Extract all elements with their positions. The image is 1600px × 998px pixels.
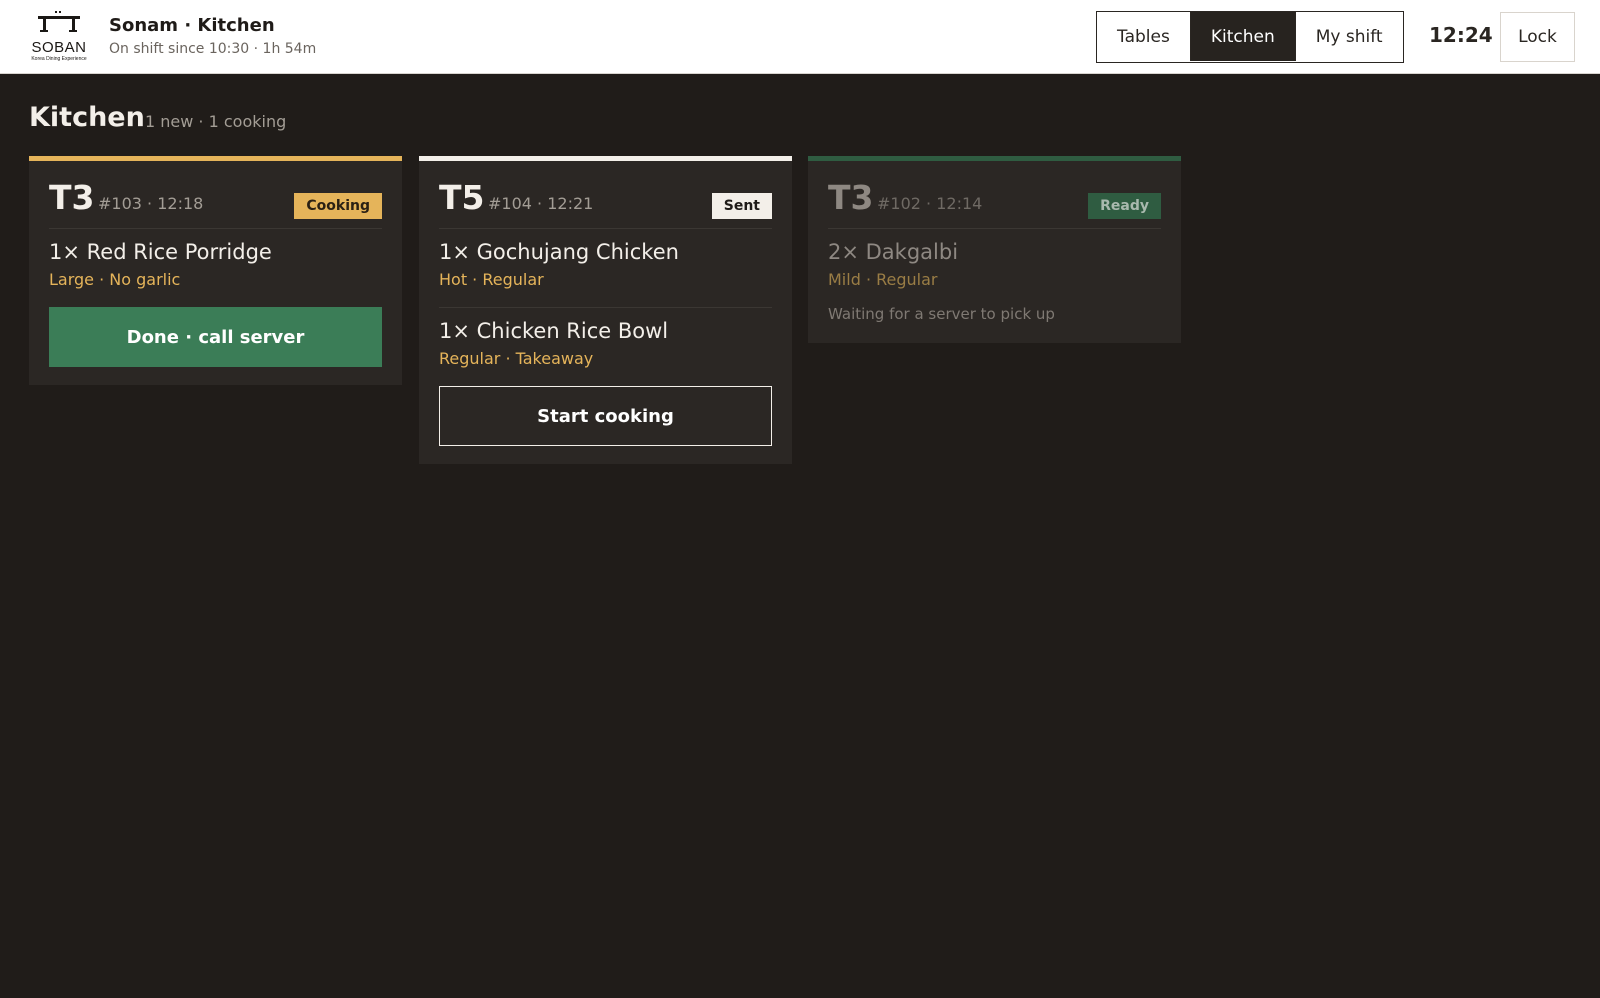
item-name: 1× Chicken Rice Bowl bbox=[439, 319, 669, 343]
ticket-card-sent: T5 #104 · 12:21 Sent 1× Gochujang Chicke… bbox=[419, 156, 792, 464]
ticket-meta: #104 · 12:21 bbox=[488, 194, 594, 213]
lock-button[interactable]: Lock bbox=[1500, 12, 1575, 62]
ticket-card-ready: T3 #102 · 12:14 Ready 2× Dakgalbi Mild ·… bbox=[808, 156, 1181, 343]
item-modifiers: Hot · Regular bbox=[439, 270, 544, 289]
logo-wordmark: SOBAN bbox=[31, 39, 87, 56]
logo-tagline: Korea Dining Experience bbox=[31, 56, 87, 62]
ticket-header: T3 #102 · 12:14 Ready bbox=[828, 156, 1161, 229]
ticket-table: T3 bbox=[828, 178, 874, 217]
ticket-table: T3 bbox=[49, 178, 95, 217]
page-title: Kitchen bbox=[29, 102, 145, 133]
done-call-server-button[interactable]: Done · call server bbox=[49, 307, 382, 367]
status-badge: Sent bbox=[711, 193, 772, 219]
staff-title: Sonam · Kitchen bbox=[109, 15, 275, 36]
top-bar: SOBAN Korea Dining Experience Sonam · Ki… bbox=[0, 0, 1600, 74]
ticket-item: 2× Dakgalbi Mild · Regular bbox=[828, 229, 1161, 303]
soban-table-icon bbox=[38, 11, 80, 32]
ticket-header: T5 #104 · 12:21 Sent bbox=[439, 156, 772, 229]
ticket-meta: #103 · 12:18 bbox=[98, 194, 204, 213]
item-modifiers: Regular · Takeaway bbox=[439, 349, 594, 368]
start-cooking-button[interactable]: Start cooking bbox=[439, 386, 772, 446]
view-switcher: Tables Kitchen My shift bbox=[1096, 11, 1404, 63]
waiting-note: Waiting for a server to pick up bbox=[828, 305, 1055, 323]
ticket-item: 1× Chicken Rice Bowl Regular · Takeaway bbox=[439, 307, 772, 386]
status-badge: Ready bbox=[1088, 193, 1161, 219]
item-name: 1× Gochujang Chicken bbox=[439, 240, 679, 264]
brand-logo: SOBAN Korea Dining Experience bbox=[27, 10, 91, 64]
ticket-card-cooking: T3 #103 · 12:18 Cooking 1× Red Rice Porr… bbox=[29, 156, 402, 385]
tab-my-shift[interactable]: My shift bbox=[1294, 12, 1403, 61]
ticket-meta: #102 · 12:14 bbox=[877, 194, 983, 213]
ticket-item: 1× Red Rice Porridge Large · No garlic bbox=[49, 229, 382, 307]
status-badge: Cooking bbox=[294, 193, 382, 219]
page-subtitle: 1 new · 1 cooking bbox=[145, 112, 287, 131]
tab-tables[interactable]: Tables bbox=[1097, 12, 1190, 61]
ticket-header: T3 #103 · 12:18 Cooking bbox=[49, 156, 382, 229]
ticket-table: T5 bbox=[439, 178, 485, 217]
ticket-item: 1× Gochujang Chicken Hot · Regular bbox=[439, 229, 772, 307]
item-modifiers: Mild · Regular bbox=[828, 270, 938, 289]
clock: 12:24 bbox=[1429, 23, 1493, 47]
item-name: 2× Dakgalbi bbox=[828, 240, 959, 264]
tab-kitchen[interactable]: Kitchen bbox=[1189, 12, 1295, 61]
item-name: 1× Red Rice Porridge bbox=[49, 240, 272, 264]
shift-info: On shift since 10:30 · 1h 54m bbox=[109, 41, 317, 57]
item-modifiers: Large · No garlic bbox=[49, 270, 181, 289]
